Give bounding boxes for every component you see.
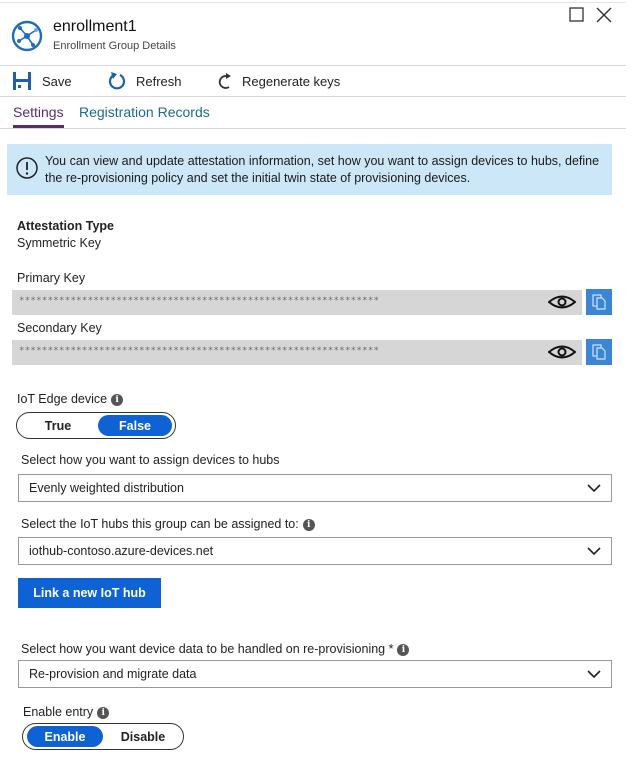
primary-key-field[interactable]: ****************************************… <box>12 290 582 315</box>
save-icon <box>13 72 31 90</box>
close-icon[interactable] <box>595 6 613 24</box>
assign-policy-select[interactable]: Evenly weighted distribution <box>18 474 612 502</box>
secondary-key-value: ****************************************… <box>19 346 379 356</box>
tabs-divider <box>0 128 626 129</box>
regenerate-icon <box>218 73 231 89</box>
primary-key-label: Primary Key <box>17 271 86 285</box>
regenerate-label: Regenerate keys <box>242 73 341 89</box>
iot-edge-true-option[interactable]: True <box>21 415 95 436</box>
info-icon[interactable]: i <box>397 643 410 656</box>
secondary-key-field[interactable]: ****************************************… <box>12 340 582 365</box>
iot-edge-toggle[interactable]: True False <box>16 412 176 439</box>
info-banner: You can view and update attestation info… <box>7 144 612 195</box>
attestation-type-label: Attestation Type <box>17 219 114 233</box>
iot-edge-label: IoT Edge device i <box>17 392 124 406</box>
enable-entry-label-text: Enable entry <box>23 705 94 719</box>
iot-hubs-label: Select the IoT hubs this group can be as… <box>21 517 315 531</box>
reprovision-label-text: Select how you want device data to be ha… <box>21 642 394 656</box>
regenerate-keys-button[interactable]: Regenerate keys <box>218 70 340 92</box>
iot-hubs-label-text: Select the IoT hubs this group can be as… <box>21 517 299 531</box>
chevron-down-icon <box>587 484 601 493</box>
page-title: enrollment1 <box>53 18 137 35</box>
assign-policy-value: Evenly weighted distribution <box>29 481 184 495</box>
disable-option[interactable]: Disable <box>105 726 181 747</box>
reprovision-label: Select how you want device data to be ha… <box>21 642 410 656</box>
copy-secondary-key-button[interactable] <box>586 339 612 365</box>
assign-policy-label: Select how you want to assign devices to… <box>21 453 280 467</box>
show-secondary-key-icon[interactable] <box>548 344 576 360</box>
iot-edge-label-text: IoT Edge device <box>17 392 108 406</box>
page-subtitle: Enrollment Group Details <box>53 40 176 52</box>
tab-bar: Settings Registration Records <box>0 97 626 129</box>
link-new-iot-hub-button[interactable]: Link a new IoT hub <box>18 578 161 608</box>
info-circle-icon <box>16 157 38 179</box>
info-icon[interactable]: i <box>111 393 124 406</box>
reprovision-value: Re-provision and migrate data <box>29 667 197 681</box>
command-bar: Save Refresh Regenerate keys <box>0 66 626 96</box>
iot-hubs-select[interactable]: iothub-contoso.azure-devices.net <box>18 537 612 565</box>
info-icon[interactable]: i <box>97 706 110 719</box>
refresh-label: Refresh <box>136 73 182 89</box>
refresh-button[interactable]: Refresh <box>108 70 182 92</box>
tab-registration-records[interactable]: Registration Records <box>79 104 210 120</box>
maximize-icon[interactable] <box>568 6 586 24</box>
attestation-type-value: Symmetric Key <box>17 236 102 250</box>
chevron-down-icon <box>587 547 601 556</box>
tab-settings[interactable]: Settings <box>13 104 64 128</box>
refresh-icon <box>108 72 126 90</box>
info-icon[interactable]: i <box>302 518 315 531</box>
enable-option[interactable]: Enable <box>27 726 103 747</box>
iot-edge-false-option[interactable]: False <box>98 415 172 436</box>
enable-entry-toggle[interactable]: Enable Disable <box>22 723 184 750</box>
secondary-key-label: Secondary Key <box>17 321 102 335</box>
primary-key-value: ****************************************… <box>19 296 379 306</box>
copy-primary-key-button[interactable] <box>586 289 612 315</box>
show-primary-key-icon[interactable] <box>548 294 576 310</box>
enable-entry-label: Enable entry i <box>23 705 110 719</box>
copy-icon <box>592 344 606 360</box>
info-banner-text: You can view and update attestation info… <box>45 154 600 185</box>
reprovision-select[interactable]: Re-provision and migrate data <box>18 660 612 688</box>
iot-hubs-value: iothub-contoso.azure-devices.net <box>29 544 214 558</box>
blade-header: enrollment1 Enrollment Group Details <box>0 0 626 66</box>
enrollment-group-icon <box>11 20 43 52</box>
save-label: Save <box>42 73 72 89</box>
chevron-down-icon <box>587 670 601 679</box>
save-button[interactable]: Save <box>12 70 72 92</box>
copy-icon <box>592 294 606 310</box>
